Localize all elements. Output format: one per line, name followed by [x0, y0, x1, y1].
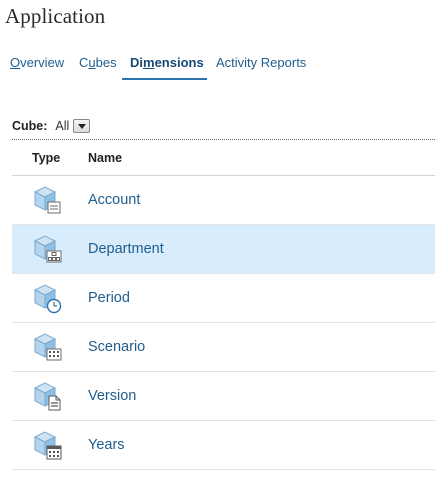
dimensions-table: Type Name Account Department Period Scen… [12, 140, 435, 470]
cube-filter-label: Cube: [12, 119, 48, 133]
table-row[interactable]: Period [12, 274, 435, 323]
tab-dimensions[interactable]: Dimensions [122, 54, 207, 80]
table-row[interactable]: Years [12, 421, 435, 470]
table-row[interactable]: Department [12, 225, 435, 274]
tab-cubes[interactable]: Cubes [79, 54, 117, 80]
account-dimension-icon [33, 185, 61, 213]
chevron-down-icon [77, 123, 86, 129]
app-window: Application Overview Cubes Dimensions Ac… [0, 0, 435, 487]
dimension-name-years[interactable]: Years [88, 437, 435, 453]
dimension-name-scenario[interactable]: Scenario [88, 339, 435, 355]
scenario-dimension-icon [33, 332, 62, 360]
table-row[interactable]: Version [12, 372, 435, 421]
dimension-name-account[interactable]: Account [88, 192, 435, 208]
column-header-type[interactable]: Type [12, 151, 88, 165]
dimension-name-department[interactable]: Department [88, 241, 435, 257]
period-dimension-icon [33, 283, 62, 313]
table-header: Type Name [12, 140, 435, 176]
years-dimension-icon [33, 430, 62, 459]
cube-dropdown-button[interactable] [73, 119, 91, 133]
tab-overview[interactable]: Overview [10, 54, 64, 80]
tab-bar: Overview Cubes Dimensions Activity Repor… [0, 54, 435, 80]
column-header-name[interactable]: Name [88, 151, 435, 165]
page-title: Application [5, 4, 106, 28]
dimension-name-period[interactable]: Period [88, 290, 435, 306]
cube-filter: Cube: All [12, 117, 91, 135]
version-dimension-icon [33, 381, 61, 410]
cube-filter-value[interactable]: All [55, 119, 69, 133]
department-dimension-icon [33, 234, 62, 262]
table-row[interactable]: Account [12, 176, 435, 225]
table-row[interactable]: Scenario [12, 323, 435, 372]
tab-activity-reports[interactable]: Activity Reports [216, 54, 306, 80]
dimension-name-version[interactable]: Version [88, 388, 435, 404]
